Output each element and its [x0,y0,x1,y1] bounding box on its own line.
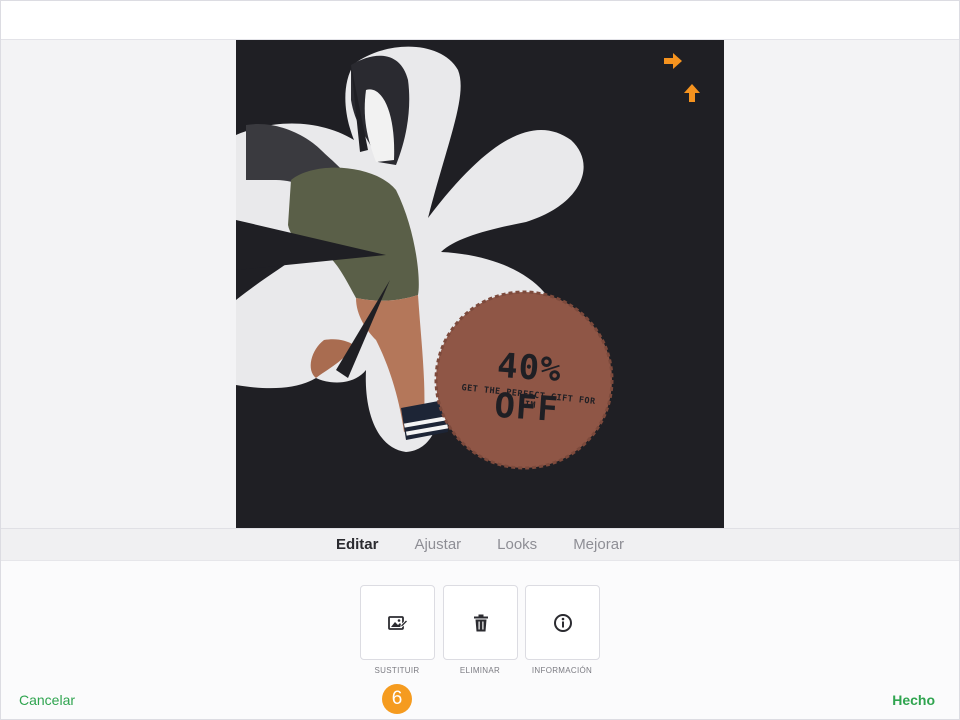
trash-icon [473,614,488,631]
cancel-button[interactable]: Cancelar [19,692,75,708]
tab-ajustar[interactable]: Ajustar [396,536,479,553]
top-bar [0,0,960,40]
arrow-right-icon[interactable] [663,52,685,74]
step-number-badge: 6 [382,684,412,714]
info-label: INFORMACIÓN [531,666,593,675]
canvas-area: 40% OFF GET THE PERFECT GIFT FOR HIM [0,40,960,528]
edit-tabs: Editar Ajustar Looks Mejorar [0,528,960,561]
replace-button[interactable] [360,585,435,660]
arrow-up-icon[interactable] [683,83,705,105]
tab-editar[interactable]: Editar [318,536,397,553]
artboard[interactable]: 40% OFF GET THE PERFECT GIFT FOR HIM [236,40,724,528]
artwork-graphic [236,46,614,470]
info-icon [553,613,572,632]
tab-looks[interactable]: Looks [479,536,555,553]
bottom-panel: SUSTITUIR ELIMINAR INFORMACIÓN Cancelar … [0,561,960,720]
replace-image-icon [387,615,408,630]
info-button[interactable] [525,585,600,660]
tab-mejorar[interactable]: Mejorar [555,536,642,553]
delete-button[interactable] [443,585,518,660]
done-button[interactable]: Hecho [892,692,935,708]
